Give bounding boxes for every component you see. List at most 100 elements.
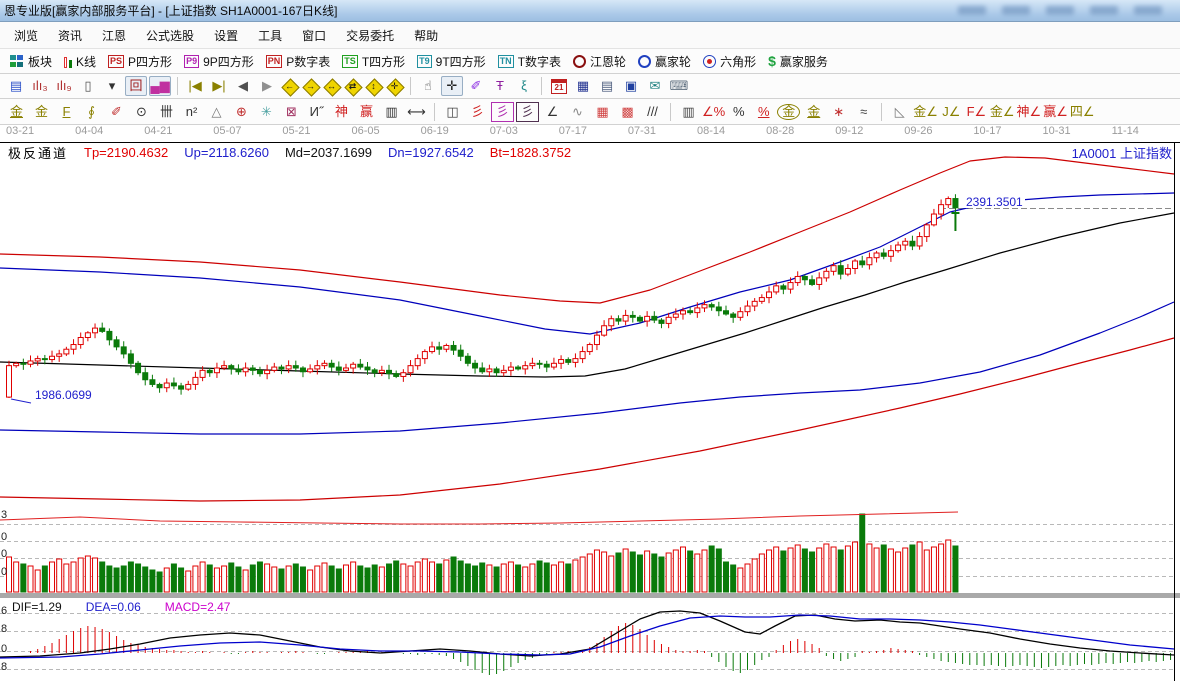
expand-y-icon[interactable]: ↕ — [364, 77, 383, 96]
candle-style-icon[interactable]: ▯ — [77, 76, 99, 96]
measure-icon[interactable]: И˝ — [305, 102, 328, 122]
spiral-icon[interactable]: ∮ — [80, 102, 103, 122]
zigzag-icon[interactable]: ∿ — [566, 102, 589, 122]
last-page-icon[interactable]: ▶| — [208, 76, 230, 96]
menu-settings[interactable]: 设置 — [204, 24, 248, 47]
send-icon[interactable]: ✉ — [644, 76, 666, 96]
p9-square-button[interactable]: P99P四方形 — [178, 51, 260, 72]
winner-wheel-button[interactable]: 赢家轮 — [632, 51, 697, 72]
gold-circle-icon[interactable]: 金 — [777, 104, 800, 120]
first-page-icon[interactable]: |◀ — [184, 76, 206, 96]
crosshair-tool-icon[interactable]: ✛ — [441, 76, 463, 96]
p-number-button[interactable]: PNP数字表 — [260, 51, 337, 72]
reset-zoom-icon[interactable]: ✛ — [385, 77, 404, 96]
mark-brush-icon[interactable]: ∗ — [827, 102, 850, 122]
starburst-icon[interactable]: ✳ — [255, 102, 278, 122]
prev-icon[interactable]: ◀ — [232, 76, 254, 96]
circle-cross-icon[interactable]: ⊕ — [230, 102, 253, 122]
sector-button[interactable]: 板块 — [4, 51, 58, 72]
volume-bar — [329, 566, 334, 592]
percent-icon[interactable]: % — [727, 102, 750, 122]
volume-bar — [623, 549, 628, 592]
next-icon[interactable]: ▶ — [256, 76, 278, 96]
span-arrow-icon[interactable]: ⟷ — [405, 102, 428, 122]
calendar-icon[interactable]: 21 — [548, 76, 570, 96]
fan-box-icon[interactable]: 彡 — [491, 102, 514, 122]
gold-angle2-icon[interactable]: 金∠ — [990, 102, 1015, 122]
golden-section-icon[interactable]: 金 — [5, 102, 28, 122]
print-icon[interactable]: ⌨ — [668, 76, 690, 96]
red-grid-icon[interactable]: ▦ — [591, 102, 614, 122]
menu-window[interactable]: 窗口 — [292, 24, 336, 47]
trendline-tool-icon[interactable]: ✐ — [465, 76, 487, 96]
menu-browse[interactable]: 浏览 — [4, 24, 48, 47]
candle-style-dropdown[interactable]: ▾ — [101, 76, 123, 96]
fibonacci-icon[interactable]: F — [55, 102, 78, 122]
brush-icon[interactable]: ✐ — [105, 102, 128, 122]
frame-tool-icon[interactable]: ◫ — [441, 102, 464, 122]
candle-body — [57, 354, 62, 356]
menu-help[interactable]: 帮助 — [404, 24, 448, 47]
percent-line-icon[interactable]: % — [752, 102, 775, 122]
hexagon-button[interactable]: 六角形 — [697, 51, 762, 72]
toolbar-separator — [177, 77, 178, 95]
t9-square-label: 9T四方形 — [436, 53, 486, 70]
shift-left-icon[interactable]: ← — [280, 77, 299, 96]
gann-tool-icon[interactable]: Ŧ — [489, 76, 511, 96]
pattern-mode-icon[interactable]: 回 — [125, 76, 147, 96]
winner-service-button[interactable]: $赢家服务 — [762, 51, 834, 72]
stats-columns-icon[interactable]: ▥ — [677, 102, 700, 122]
color-bars-icon[interactable]: ▄▆ — [149, 76, 171, 96]
hand-tool-icon[interactable]: ☝ — [417, 76, 439, 96]
compress-x-icon[interactable]: ⇄ — [343, 77, 362, 96]
menu-news[interactable]: 资讯 — [48, 24, 92, 47]
shen-angle-icon[interactable]: 神∠ — [1017, 102, 1042, 122]
gold-angle-icon[interactable]: 金∠ — [913, 102, 938, 122]
wave-ruler-icon[interactable]: ≈ — [852, 102, 875, 122]
kline-button[interactable]: K线 — [58, 51, 102, 72]
count-ruler-icon[interactable]: ▥ — [380, 102, 403, 122]
t-square-button[interactable]: TST四方形 — [336, 51, 411, 72]
chart-9-icon[interactable]: ılı₉ — [53, 76, 75, 96]
parallel-lines-icon[interactable]: /// — [641, 102, 664, 122]
menu-tools[interactable]: 工具 — [248, 24, 292, 47]
j-angle-icon[interactable]: J∠ — [940, 102, 963, 122]
chart-3-icon[interactable]: ılı₃ — [29, 76, 51, 96]
circle-ruler-icon[interactable]: ⊙ — [130, 102, 153, 122]
notes-icon[interactable]: ▤ — [596, 76, 618, 96]
menu-trading[interactable]: 交易委托 — [336, 24, 404, 47]
n-square-icon[interactable]: n² — [180, 102, 203, 122]
four-angle-icon[interactable]: 四∠ — [1070, 102, 1095, 122]
gold-line-icon[interactable]: 金 — [802, 102, 825, 122]
menu-formula-select[interactable]: 公式选股 — [136, 24, 204, 47]
golden-box-icon[interactable]: 金 — [30, 102, 53, 122]
red-grid2-icon[interactable]: ▩ — [616, 102, 639, 122]
wave-tool-icon[interactable]: ξ — [513, 76, 535, 96]
volume-bar — [716, 549, 721, 592]
f-angle-icon[interactable]: F∠ — [965, 102, 988, 122]
percent-angle-icon[interactable]: ∠% — [702, 102, 725, 122]
shen-tool-icon[interactable]: 神 — [330, 102, 353, 122]
report-icon[interactable]: ▤ — [5, 76, 27, 96]
menu-gann[interactable]: 江恩 — [92, 24, 136, 47]
win-angle-icon[interactable]: 赢∠ — [1043, 102, 1068, 122]
grid-box-icon[interactable]: ⊠ — [280, 102, 303, 122]
win-tool-icon[interactable]: 赢 — [355, 102, 378, 122]
expand-x-icon[interactable]: ↔ — [322, 77, 341, 96]
angle-lines-icon[interactable]: ∠ — [541, 102, 564, 122]
shift-right-icon[interactable]: → — [301, 77, 320, 96]
ray-fan-icon[interactable]: 彡 — [466, 102, 489, 122]
pane-separator[interactable] — [0, 593, 1180, 598]
fan-box2-icon[interactable]: 彡 — [516, 102, 539, 122]
angle-box-icon[interactable]: ◺ — [888, 102, 911, 122]
chart-area[interactable]: 极反通道 Tp=2190.4632 Up=2118.6260 Md=2037.1… — [0, 142, 1180, 681]
gann-wheel-button[interactable]: 江恩轮 — [567, 51, 632, 72]
t-number-button[interactable]: TNT数字表 — [492, 51, 567, 72]
date-tick: 07-03 — [490, 125, 518, 137]
t9-square-button[interactable]: T99T四方形 — [411, 51, 492, 72]
save-icon[interactable]: ▣ — [620, 76, 642, 96]
ruler-icon[interactable]: 卌 — [155, 102, 178, 122]
mirror-icon[interactable]: △ — [205, 102, 228, 122]
p-square-button[interactable]: PSP四方形 — [102, 51, 178, 72]
calculator-icon[interactable]: ▦ — [572, 76, 594, 96]
